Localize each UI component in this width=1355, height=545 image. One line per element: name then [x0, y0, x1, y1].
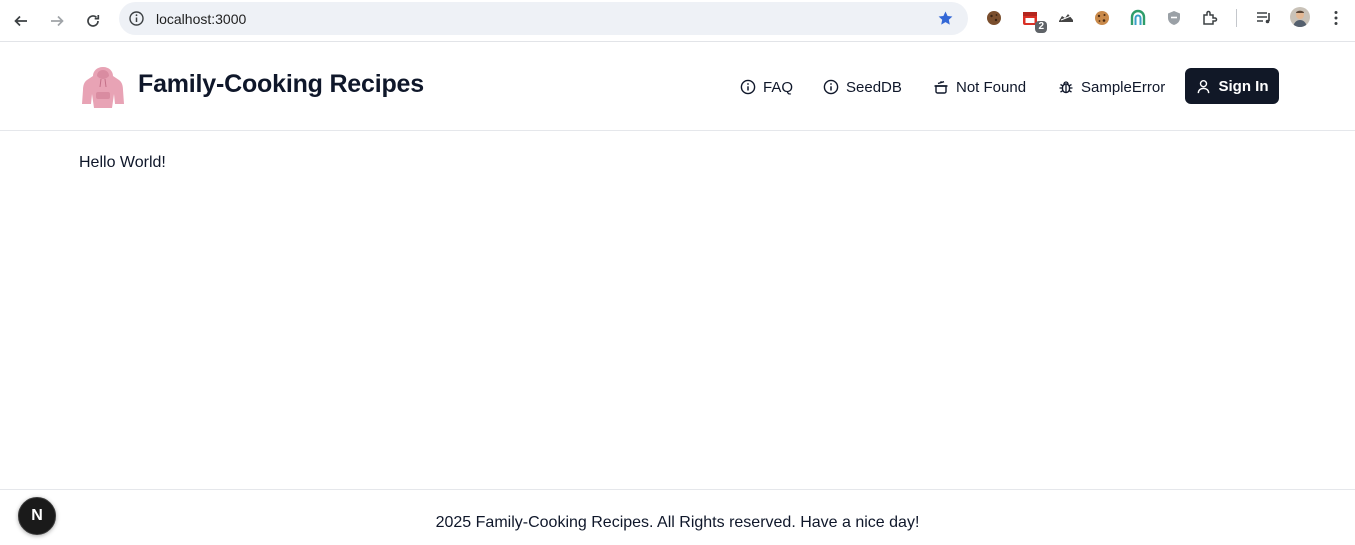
toolbar-separator: [1236, 9, 1237, 27]
profile-avatar[interactable]: [1290, 7, 1310, 27]
site-info-icon[interactable]: [128, 10, 145, 27]
nav-link-label: SeedDB: [846, 78, 902, 96]
forward-icon: [51, 15, 64, 27]
nextjs-dev-tools-button[interactable]: N: [18, 497, 56, 535]
arch-icon: [1130, 9, 1146, 25]
shield-icon: [1168, 11, 1180, 25]
nav-link-label: Not Found: [956, 78, 1027, 96]
extension-arch[interactable]: [1127, 7, 1149, 29]
reload-icon: [87, 15, 100, 27]
bug-icon: [1059, 81, 1073, 94]
bookmark-star-icon[interactable]: [937, 10, 954, 27]
extensions-icon: [1203, 10, 1218, 25]
media-controls-button[interactable]: [1253, 7, 1275, 29]
info-icon: [740, 79, 756, 95]
site-title[interactable]: Family-Cooking Recipes: [138, 70, 424, 99]
extension-cookie[interactable]: [1091, 7, 1113, 29]
sign-in-label: Sign In: [1218, 77, 1269, 95]
browser-toolbar: localhost:3000 2: [0, 0, 1355, 42]
media-icon: [1257, 12, 1270, 24]
site-header: Family-Cooking Recipes FAQ SeedDB Not Fo…: [0, 42, 1355, 131]
footer-text: 2025 Family-Cooking Recipes. All Rights …: [435, 514, 920, 531]
browser-menu-button[interactable]: [1325, 7, 1347, 29]
extension-cookie-dark[interactable]: [983, 7, 1005, 29]
nav-link-faq[interactable]: FAQ: [740, 76, 793, 98]
reload-button[interactable]: [79, 7, 107, 35]
hello-text: Hello World!: [79, 154, 166, 171]
site-footer: 2025 Family-Cooking Recipes. All Rights …: [0, 489, 1355, 545]
extensions-button[interactable]: [1199, 7, 1221, 29]
menu-icon: [1334, 11, 1338, 25]
avatar-icon: [1293, 10, 1307, 27]
extension-badge: 2: [1035, 21, 1047, 33]
sign-in-button[interactable]: Sign In: [1185, 68, 1279, 104]
nav-link-seeddb[interactable]: SeedDB: [823, 76, 902, 98]
forward-button[interactable]: [43, 7, 71, 35]
url-text[interactable]: localhost:3000: [156, 11, 246, 27]
hoodie-logo-icon[interactable]: [82, 64, 124, 108]
cooking-pot-icon: [934, 81, 948, 94]
cookie-icon: [987, 11, 1001, 25]
extension-calendar[interactable]: 2: [1019, 7, 1047, 33]
info-icon: [823, 79, 839, 95]
nav-link-sample-error[interactable]: SampleError: [1058, 76, 1165, 98]
extension-shoe[interactable]: [1055, 7, 1077, 29]
nav-link-not-found[interactable]: Not Found: [933, 76, 1026, 98]
user-icon: [1197, 79, 1209, 93]
cookie-icon: [1095, 11, 1109, 25]
extension-shield[interactable]: [1163, 7, 1185, 29]
nav-link-label: SampleError: [1081, 78, 1166, 96]
nav-link-label: FAQ: [763, 78, 794, 96]
sneaker-icon: [1059, 14, 1073, 22]
back-icon: [14, 15, 27, 27]
back-button[interactable]: [7, 7, 35, 35]
address-bar[interactable]: localhost:3000: [119, 2, 968, 35]
